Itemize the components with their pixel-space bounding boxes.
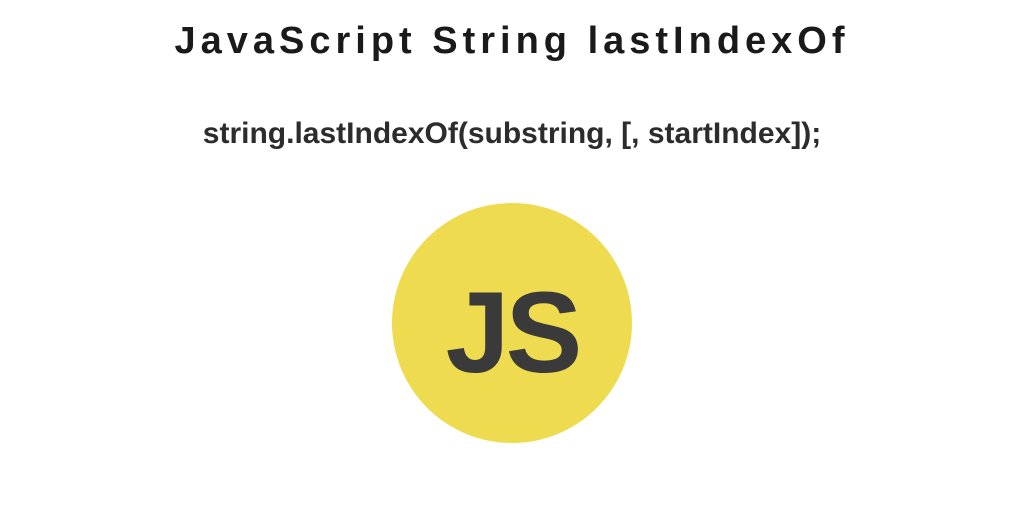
syntax-text: string.lastIndexOf(substring, [, startIn… bbox=[203, 117, 821, 151]
logo-container: JS bbox=[392, 203, 632, 443]
page-title: JavaScript String lastIndexOf bbox=[174, 20, 849, 63]
js-logo-icon: JS bbox=[392, 203, 632, 443]
js-logo-text: JS bbox=[446, 267, 579, 399]
